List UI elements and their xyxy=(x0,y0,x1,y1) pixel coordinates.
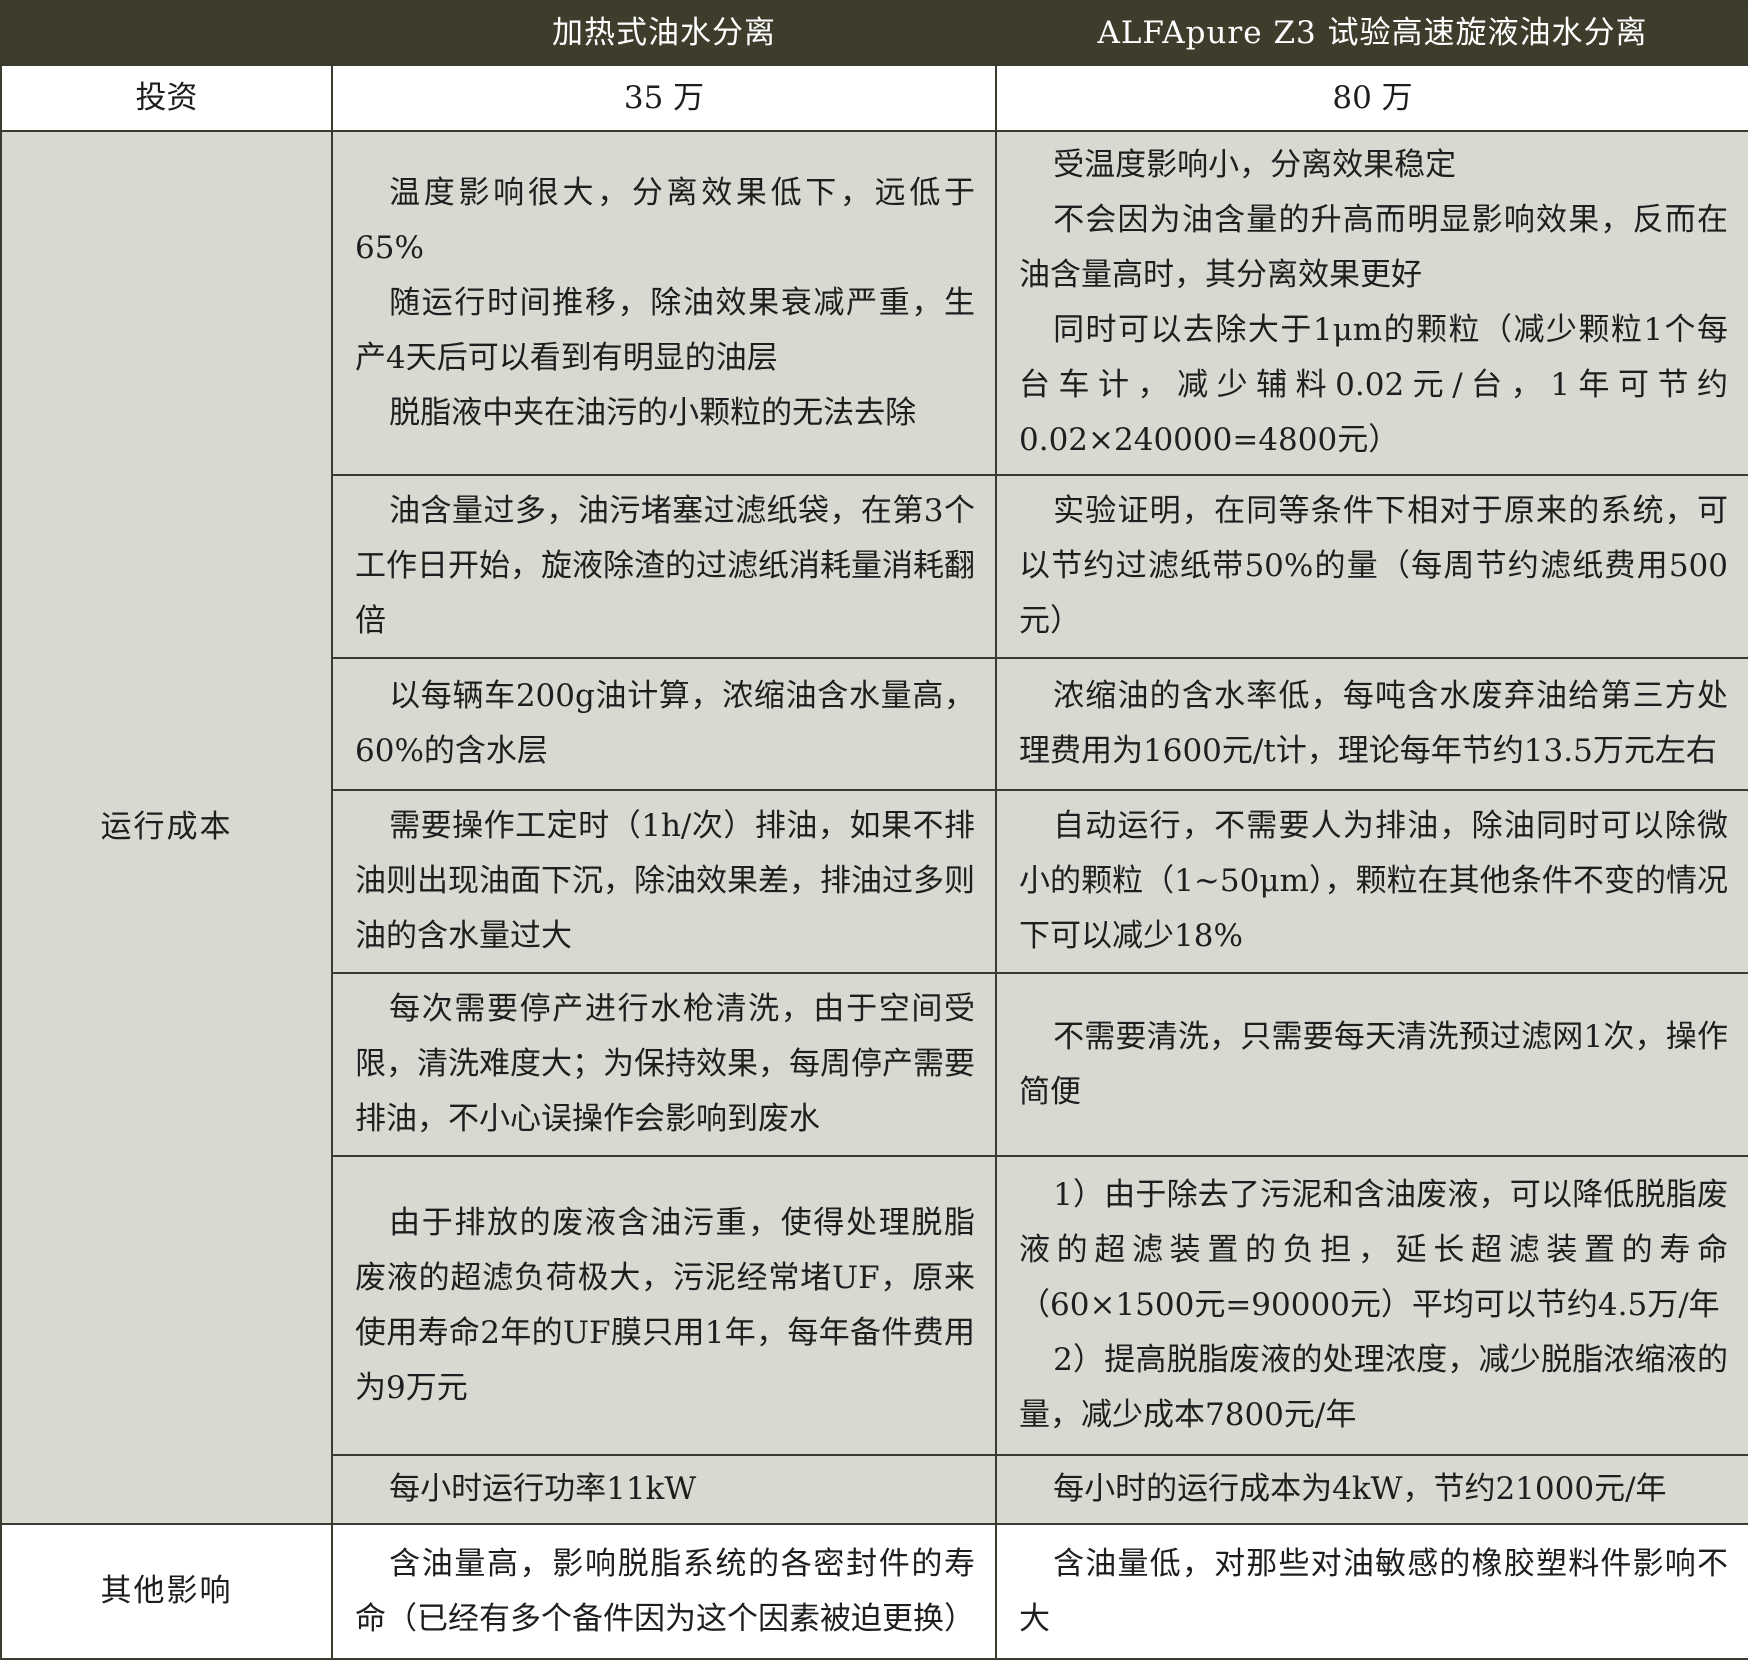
other-impact-alfapure-cell: 含油量低，对那些对油敏感的橡胶塑料件影响不大 xyxy=(995,1523,1748,1660)
header-row: 加热式油水分离 ALFApure Z3 试验高速旋液油水分离 xyxy=(0,0,1748,66)
header-empty-cell xyxy=(0,0,333,66)
running-cost-alfapure-cell: 自动运行，不需要人为排油，除油同时可以除微小的颗粒（1~50μm），颗粒在其他条… xyxy=(995,789,1748,974)
running-cost-heated-cell: 需要操作工定时（1h/次）排油，如果不排油则出现油面下沉，除油效果差，排油过多则… xyxy=(331,789,997,974)
cell-paragraph: 2）提高脱脂废液的处理浓度，减少脱脂浓缩液的量，减少成本7800元/年 xyxy=(1019,1342,1728,1433)
cell-paragraph: 需要操作工定时（1h/次）排油，如果不排油则出现油面下沉，除油效果差，排油过多则… xyxy=(355,808,975,954)
cell-paragraph: 不会因为油含量的升高而明显影响效果，反而在油含量高时，其分离效果更好 xyxy=(1019,202,1728,293)
other-impact-row: 其他影响 含油量高，影响脱脂系统的各密封件的寿命（已经有多个备件因为这个因素被迫… xyxy=(0,1523,1748,1660)
running-cost-alfapure-cell: 浓缩油的含水率低，每吨含水废弃油给第三方处理费用为1600元/t计，理论每年节约… xyxy=(995,657,1748,791)
cell-paragraph: 含油量低，对那些对油敏感的橡胶塑料件影响不大 xyxy=(1019,1545,1728,1637)
cell-paragraph: 同时可以去除大于1μm的颗粒（减少颗粒1个每台车计，减少辅料0.02元/台，1年… xyxy=(1019,312,1728,458)
cell-paragraph: 受温度影响小，分离效果稳定 xyxy=(1053,147,1457,183)
cell-paragraph: 油含量过多，油污堵塞过滤纸袋，在第3个工作日开始，旋液除渣的过滤纸消耗量消耗翻倍 xyxy=(355,493,975,639)
running-cost-alfapure-cell: 1）由于除去了污泥和含油废液，可以降低脱脂废液的超滤装置的负担，延长超滤装置的寿… xyxy=(995,1155,1748,1456)
running-cost-alfapure-cell: 不需要清洗，只需要每天清洗预过滤网1次，操作简便 xyxy=(995,972,1748,1157)
cell-paragraph: 每小时的运行成本为4kW，节约21000元/年 xyxy=(1053,1471,1667,1507)
investment-row: 投资 35 万 80 万 xyxy=(0,64,1748,132)
investment-heated: 35 万 xyxy=(331,64,997,132)
running-cost-heated-cell: 以每辆车200g油计算，浓缩油含水量高，60%的含水层 xyxy=(331,657,997,791)
running-cost-heated-cell: 温度影响很大，分离效果低下，远低于65% 随运行时间推移，除油效果衰减严重，生产… xyxy=(331,130,997,476)
cell-paragraph: 实验证明，在同等条件下相对于原来的系统，可以节约过滤纸带50%的量（每周节约滤纸… xyxy=(1019,493,1728,639)
comparison-table: 加热式油水分离 ALFApure Z3 试验高速旋液油水分离 投资 35 万 8… xyxy=(0,0,1748,1660)
cell-paragraph: 每小时运行功率11kW xyxy=(389,1471,697,1507)
cell-paragraph: 随运行时间推移，除油效果衰减严重，生产4天后可以看到有明显的油层 xyxy=(355,284,975,376)
running-cost-heated-cell: 油含量过多，油污堵塞过滤纸袋，在第3个工作日开始，旋液除渣的过滤纸消耗量消耗翻倍 xyxy=(331,474,997,659)
cell-paragraph: 含油量高，影响脱脂系统的各密封件的寿命（已经有多个备件因为这个因素被迫更换） xyxy=(355,1545,975,1637)
running-cost-alfapure-cell: 实验证明，在同等条件下相对于原来的系统，可以节约过滤纸带50%的量（每周节约滤纸… xyxy=(995,474,1748,659)
cell-paragraph: 温度影响很大，分离效果低下，远低于65% xyxy=(355,174,975,266)
investment-alfapure: 80 万 xyxy=(995,64,1748,132)
other-impact-heated-cell: 含油量高，影响脱脂系统的各密封件的寿命（已经有多个备件因为这个因素被迫更换） xyxy=(331,1523,997,1660)
running-cost-alfapure-cell: 受温度影响小，分离效果稳定 不会因为油含量的升高而明显影响效果，反而在油含量高时… xyxy=(995,130,1748,476)
cell-paragraph: 每次需要停产进行水枪清洗，由于空间受限，清洗难度大；为保持效果，每周停产需要排油… xyxy=(355,991,975,1137)
cell-paragraph: 不需要清洗，只需要每天清洗预过滤网1次，操作简便 xyxy=(1019,1018,1728,1110)
other-impact-label: 其他影响 xyxy=(0,1523,333,1660)
running-cost-alfapure-cell: 每小时的运行成本为4kW，节约21000元/年 xyxy=(995,1454,1748,1525)
cell-paragraph: 1）由于除去了污泥和含油废液，可以降低脱脂废液的超滤装置的负担，延长超滤装置的寿… xyxy=(1019,1177,1728,1323)
cell-paragraph: 脱脂液中夹在油污的小颗粒的无法去除 xyxy=(389,394,917,431)
cell-paragraph: 以每辆车200g油计算，浓缩油含水量高，60%的含水层 xyxy=(355,678,975,769)
cell-paragraph: 自动运行，不需要人为排油，除油同时可以除微小的颗粒（1~50μm），颗粒在其他条… xyxy=(1019,808,1728,954)
running-cost-heated-cell: 每次需要停产进行水枪清洗，由于空间受限，清洗难度大；为保持效果，每周停产需要排油… xyxy=(331,972,997,1157)
header-heated-separation: 加热式油水分离 xyxy=(331,0,997,66)
running-cost-row: 运行成本 温度影响很大，分离效果低下，远低于65% 随运行时间推移，除油效果衰减… xyxy=(0,130,1748,1525)
cell-paragraph: 浓缩油的含水率低，每吨含水废弃油给第三方处理费用为1600元/t计，理论每年节约… xyxy=(1019,678,1728,769)
running-cost-label: 运行成本 xyxy=(0,130,333,1525)
header-alfapure-separation: ALFApure Z3 试验高速旋液油水分离 xyxy=(995,0,1748,66)
cell-paragraph: 由于排放的废液含油污重，使得处理脱脂废液的超滤负荷极大，污泥经常堵UF，原来使用… xyxy=(355,1204,975,1406)
investment-label: 投资 xyxy=(0,64,333,132)
running-cost-heated-cell: 由于排放的废液含油污重，使得处理脱脂废液的超滤负荷极大，污泥经常堵UF，原来使用… xyxy=(331,1155,997,1456)
running-cost-heated-cell: 每小时运行功率11kW xyxy=(331,1454,997,1525)
